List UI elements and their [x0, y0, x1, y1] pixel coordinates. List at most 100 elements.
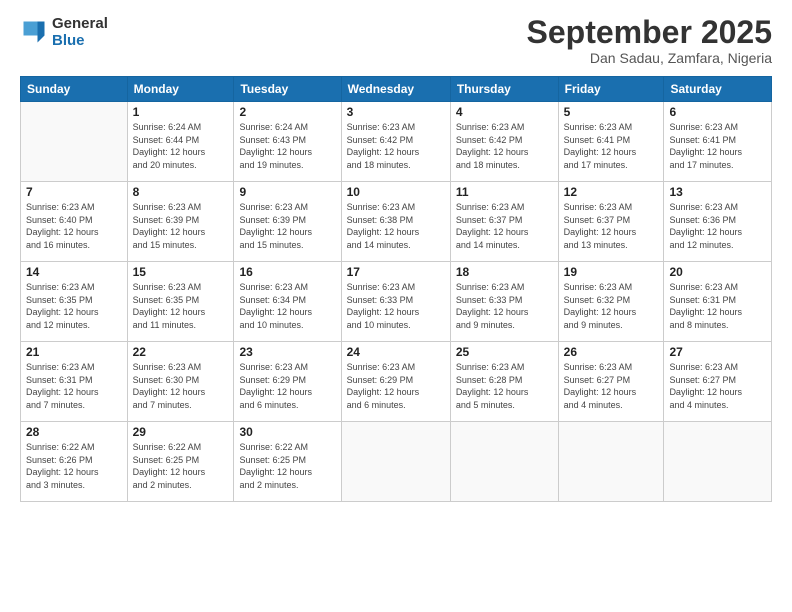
day-info: Sunrise: 6:24 AMSunset: 6:44 PMDaylight:…: [133, 121, 229, 171]
day-info: Sunrise: 6:23 AMSunset: 6:29 PMDaylight:…: [239, 361, 335, 411]
logo-icon: [20, 18, 48, 46]
day-info: Sunrise: 6:22 AMSunset: 6:25 PMDaylight:…: [133, 441, 229, 491]
day-cell: 23 Sunrise: 6:23 AMSunset: 6:29 PMDayligh…: [234, 342, 341, 422]
day-cell: 5Sunrise: 6:23 AMSunset: 6:41 PMDaylight…: [558, 102, 664, 182]
day-info: Sunrise: 6:23 AMSunset: 6:27 PMDaylight:…: [669, 361, 766, 411]
day-cell: 16 Sunrise: 6:23 AMSunset: 6:34 PMDayligh…: [234, 262, 341, 342]
day-cell: 8 Sunrise: 6:23 AMSunset: 6:39 PMDaylight…: [127, 182, 234, 262]
day-cell: 11 Sunrise: 6:23 AMSunset: 6:37 PMDayligh…: [450, 182, 558, 262]
day-info: Sunrise: 6:23 AMSunset: 6:42 PMDaylight:…: [456, 121, 553, 171]
day-number: 11: [456, 185, 553, 199]
day-cell: 25 Sunrise: 6:23 AMSunset: 6:28 PMDayligh…: [450, 342, 558, 422]
day-number: 4: [456, 105, 553, 119]
day-number: 1: [133, 105, 229, 119]
day-cell: 19Sunrise: 6:23 AMSunset: 6:32 PMDayligh…: [558, 262, 664, 342]
day-number: 15: [133, 265, 229, 279]
day-info: Sunrise: 6:23 AMSunset: 6:31 PMDaylight:…: [669, 281, 766, 331]
calendar: Sunday Monday Tuesday Wednesday Thursday…: [20, 76, 772, 502]
day-number: 14: [26, 265, 122, 279]
day-number: 8: [133, 185, 229, 199]
day-info: Sunrise: 6:23 AMSunset: 6:27 PMDaylight:…: [564, 361, 659, 411]
day-info: Sunrise: 6:23 AMSunset: 6:39 PMDaylight:…: [239, 201, 335, 251]
day-info: Sunrise: 6:23 AMSunset: 6:38 PMDaylight:…: [347, 201, 445, 251]
day-info: Sunrise: 6:23 AMSunset: 6:35 PMDaylight:…: [26, 281, 122, 331]
day-cell: 13Sunrise: 6:23 AMSunset: 6:36 PMDayligh…: [664, 182, 772, 262]
day-info: Sunrise: 6:23 AMSunset: 6:39 PMDaylight:…: [133, 201, 229, 251]
day-cell: 1 Sunrise: 6:24 AMSunset: 6:44 PMDaylight…: [127, 102, 234, 182]
day-info: Sunrise: 6:23 AMSunset: 6:37 PMDaylight:…: [456, 201, 553, 251]
day-info: Sunrise: 6:22 AMSunset: 6:25 PMDaylight:…: [239, 441, 335, 491]
day-number: 27: [669, 345, 766, 359]
day-cell: 2Sunrise: 6:24 AMSunset: 6:43 PMDaylight…: [234, 102, 341, 182]
day-info: Sunrise: 6:23 AMSunset: 6:30 PMDaylight:…: [133, 361, 229, 411]
day-info: Sunrise: 6:23 AMSunset: 6:32 PMDaylight:…: [564, 281, 659, 331]
day-number: 12: [564, 185, 659, 199]
day-info: Sunrise: 6:23 AMSunset: 6:34 PMDaylight:…: [239, 281, 335, 331]
page: General Blue September 2025 Dan Sadau, Z…: [0, 0, 792, 612]
subtitle: Dan Sadau, Zamfara, Nigeria: [527, 50, 772, 66]
day-cell: 4 Sunrise: 6:23 AMSunset: 6:42 PMDaylight…: [450, 102, 558, 182]
day-cell: 6 Sunrise: 6:23 AMSunset: 6:41 PMDaylight…: [664, 102, 772, 182]
logo-text: General Blue: [52, 15, 108, 49]
col-fri: Friday: [558, 77, 664, 102]
day-info: Sunrise: 6:23 AMSunset: 6:33 PMDaylight:…: [456, 281, 553, 331]
day-number: 10: [347, 185, 445, 199]
day-info: Sunrise: 6:23 AMSunset: 6:36 PMDaylight:…: [669, 201, 766, 251]
col-sat: Saturday: [664, 77, 772, 102]
day-number: 26: [564, 345, 659, 359]
day-number: 17: [347, 265, 445, 279]
month-title: September 2025: [527, 15, 772, 50]
day-cell: 12 Sunrise: 6:23 AMSunset: 6:37 PMDayligh…: [558, 182, 664, 262]
day-number: 20: [669, 265, 766, 279]
day-info: Sunrise: 6:23 AMSunset: 6:33 PMDaylight:…: [347, 281, 445, 331]
col-mon: Monday: [127, 77, 234, 102]
day-cell: 29 Sunrise: 6:22 AMSunset: 6:25 PMDayligh…: [127, 422, 234, 502]
header-row: Sunday Monday Tuesday Wednesday Thursday…: [21, 77, 772, 102]
day-info: Sunrise: 6:23 AMSunset: 6:28 PMDaylight:…: [456, 361, 553, 411]
day-cell: 7Sunrise: 6:23 AMSunset: 6:40 PMDaylight…: [21, 182, 128, 262]
day-info: Sunrise: 6:23 AMSunset: 6:41 PMDaylight:…: [669, 121, 766, 171]
day-cell: 28 Sunrise: 6:22 AMSunset: 6:26 PMDayligh…: [21, 422, 128, 502]
day-cell: 27 Sunrise: 6:23 AMSunset: 6:27 PMDayligh…: [664, 342, 772, 422]
day-info: Sunrise: 6:23 AMSunset: 6:37 PMDaylight:…: [564, 201, 659, 251]
week-row-2: 14 Sunrise: 6:23 AMSunset: 6:35 PMDayligh…: [21, 262, 772, 342]
day-cell: 17 Sunrise: 6:23 AMSunset: 6:33 PMDayligh…: [341, 262, 450, 342]
day-cell: 3 Sunrise: 6:23 AMSunset: 6:42 PMDaylight…: [341, 102, 450, 182]
day-cell: 18 Sunrise: 6:23 AMSunset: 6:33 PMDayligh…: [450, 262, 558, 342]
day-cell: 20 Sunrise: 6:23 AMSunset: 6:31 PMDayligh…: [664, 262, 772, 342]
day-info: Sunrise: 6:23 AMSunset: 6:35 PMDaylight:…: [133, 281, 229, 331]
day-number: 6: [669, 105, 766, 119]
day-number: 25: [456, 345, 553, 359]
day-number: 28: [26, 425, 122, 439]
day-info: Sunrise: 6:23 AMSunset: 6:29 PMDaylight:…: [347, 361, 445, 411]
day-number: 22: [133, 345, 229, 359]
day-cell: 22 Sunrise: 6:23 AMSunset: 6:30 PMDayligh…: [127, 342, 234, 422]
col-tue: Tuesday: [234, 77, 341, 102]
week-row-1: 7Sunrise: 6:23 AMSunset: 6:40 PMDaylight…: [21, 182, 772, 262]
day-cell: 30 Sunrise: 6:22 AMSunset: 6:25 PMDayligh…: [234, 422, 341, 502]
day-cell: 24 Sunrise: 6:23 AMSunset: 6:29 PMDayligh…: [341, 342, 450, 422]
day-number: 18: [456, 265, 553, 279]
day-number: 3: [347, 105, 445, 119]
week-row-3: 21Sunrise: 6:23 AMSunset: 6:31 PMDayligh…: [21, 342, 772, 422]
day-cell: 9 Sunrise: 6:23 AMSunset: 6:39 PMDaylight…: [234, 182, 341, 262]
day-number: 29: [133, 425, 229, 439]
day-number: 30: [239, 425, 335, 439]
day-cell: 15 Sunrise: 6:23 AMSunset: 6:35 PMDayligh…: [127, 262, 234, 342]
day-cell: 10 Sunrise: 6:23 AMSunset: 6:38 PMDayligh…: [341, 182, 450, 262]
col-thu: Thursday: [450, 77, 558, 102]
logo: General Blue: [20, 15, 108, 49]
day-number: 23: [239, 345, 335, 359]
day-cell: [558, 422, 664, 502]
day-info: Sunrise: 6:22 AMSunset: 6:26 PMDaylight:…: [26, 441, 122, 491]
day-info: Sunrise: 6:23 AMSunset: 6:40 PMDaylight:…: [26, 201, 122, 251]
day-number: 9: [239, 185, 335, 199]
day-info: Sunrise: 6:23 AMSunset: 6:41 PMDaylight:…: [564, 121, 659, 171]
day-info: Sunrise: 6:23 AMSunset: 6:31 PMDaylight:…: [26, 361, 122, 411]
day-number: 16: [239, 265, 335, 279]
day-number: 24: [347, 345, 445, 359]
col-sun: Sunday: [21, 77, 128, 102]
day-info: Sunrise: 6:23 AMSunset: 6:42 PMDaylight:…: [347, 121, 445, 171]
day-number: 2: [239, 105, 335, 119]
day-cell: 14 Sunrise: 6:23 AMSunset: 6:35 PMDayligh…: [21, 262, 128, 342]
